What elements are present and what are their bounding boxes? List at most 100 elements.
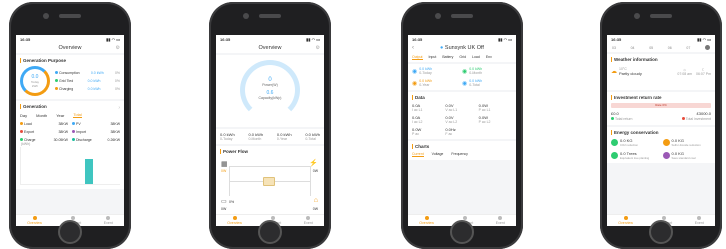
inverter-icon xyxy=(263,177,275,186)
conservation-item: 0.0 KG CO2 reduction xyxy=(611,138,660,147)
tab-event[interactable]: Event xyxy=(304,216,313,225)
home-button[interactable] xyxy=(58,220,82,244)
stat-item: 0.0 kWh 0-Today xyxy=(220,132,235,141)
stat-label: 0-Today xyxy=(220,137,233,141)
legend-value: 0.0 kWh xyxy=(87,79,101,83)
energy-year-icon: ◉ xyxy=(412,80,418,87)
legend-row: Consumption 0.0 kWh 0% xyxy=(55,70,120,76)
stat-value: 38KW xyxy=(58,122,68,126)
tab-current[interactable]: Current xyxy=(412,152,424,157)
date-item[interactable]: 05 xyxy=(649,46,653,50)
legend-pct: 0% xyxy=(114,71,120,75)
device-status-dot: ● xyxy=(440,45,444,51)
tab-env[interactable]: Env xyxy=(486,55,492,60)
data-label: P ac L2 xyxy=(478,120,491,124)
stat-label: 0-Month xyxy=(248,137,262,141)
energy-item: ◉ 0.0 kWh 0-Today xyxy=(412,67,462,75)
generation-bar-chart: (kWh) xyxy=(20,142,120,185)
status-time: 16:35 xyxy=(611,36,622,42)
data-label: I ac L1 xyxy=(412,108,423,112)
tab-total[interactable]: Total xyxy=(73,112,82,118)
home-button[interactable] xyxy=(258,220,282,244)
investment-card: Investment return rate Rate 0% £0.0 £3000… xyxy=(607,92,715,125)
stat-item: 0.0 kWh 0-Total xyxy=(305,132,320,141)
signal-icon: ▮▮ ◠ ▭ xyxy=(498,36,512,42)
camera xyxy=(43,13,49,19)
tab-overview[interactable]: Overview xyxy=(27,216,42,225)
sunrise-time: 07:08 am xyxy=(677,72,693,76)
energy-label: 0-Year xyxy=(419,83,430,87)
stat-item: Export 38KW xyxy=(20,129,68,135)
data-label: P ac xyxy=(412,132,419,136)
detail-tabs: Output Input Battery Grid Load Env xyxy=(408,53,516,62)
date-item[interactable]: 07 xyxy=(686,46,690,50)
tab-overview[interactable]: Overview xyxy=(618,216,633,225)
tab-event[interactable]: Event xyxy=(695,216,704,225)
tab-overview[interactable]: Overview xyxy=(419,216,434,225)
legend-value: 0.0 kWh xyxy=(90,71,104,75)
data-cell: 0.0A I ac L2 xyxy=(412,115,445,124)
tab-month[interactable]: Month xyxy=(36,113,47,118)
stat-item: 0.0 kWh 0-Month xyxy=(248,132,263,141)
next-arrow-icon[interactable] xyxy=(704,45,710,50)
tab-label: Event xyxy=(303,221,313,225)
chevron-right-icon[interactable]: › xyxy=(118,105,120,111)
tab-grid[interactable]: Grid xyxy=(459,55,466,60)
home-button[interactable] xyxy=(649,220,673,244)
tab-event[interactable]: Event xyxy=(104,216,113,225)
tab-label: Overview xyxy=(27,221,42,225)
legend-dot xyxy=(55,79,58,83)
generation-stats: Load 38KW PV 38KW Export 38KW Import 38KW Ch… xyxy=(20,121,120,143)
energy-label: 0-Today xyxy=(419,71,432,75)
speaker xyxy=(59,14,81,18)
screen: 16:35 ▮▮ ◠ ▭ Overview ⚙ 0 Power(W) 0.6 Ca… xyxy=(216,35,324,226)
data-cell: 0.0V V ac L2 xyxy=(445,115,478,124)
screen: 16:35 ▮▮ ◠ ▭ Overview ⚙ Generation Purpos… xyxy=(16,35,124,226)
gauge-label: Power(W) xyxy=(262,83,278,87)
stat-value: 0.26KW xyxy=(107,138,120,142)
back-arrow-icon[interactable]: ‹ xyxy=(412,45,414,51)
data-cell: 0.0A I ac L1 xyxy=(412,103,445,112)
conservation-item: 0.0 Trees Equivalent tree planting xyxy=(611,151,660,160)
donut-unit: kWh xyxy=(32,84,38,88)
tree-icon xyxy=(611,152,618,159)
data-label: V ac L2 xyxy=(445,120,458,124)
data-label: V ac L1 xyxy=(445,108,458,112)
so2-icon xyxy=(662,139,670,146)
conservation-label: Sulfur dioxide reduction xyxy=(671,143,701,147)
tab-output[interactable]: Output xyxy=(412,55,423,60)
tab-battery[interactable]: Battery xyxy=(442,55,453,60)
event-icon xyxy=(697,216,702,220)
data-label: F ac xyxy=(445,132,453,136)
tab-year[interactable]: Year xyxy=(56,113,64,118)
stat-value: 38KW xyxy=(110,130,120,134)
date-item[interactable]: 06 xyxy=(668,46,672,50)
status-time: 16:35 xyxy=(220,36,231,42)
status-bar: 16:35 ▮▮ ◠ ▭ xyxy=(607,35,715,43)
weather-condition: Partly cloudy xyxy=(619,71,642,76)
legend-label: Consumption xyxy=(59,71,80,75)
stat-dot xyxy=(72,138,75,142)
tab-overview[interactable]: Overview xyxy=(227,216,242,225)
tab-day[interactable]: Day xyxy=(20,113,27,118)
status-bar: 16:35 ▮▮ ◠ ▭ xyxy=(16,35,124,43)
gear-icon[interactable]: ⚙ xyxy=(316,45,320,51)
overview-icon xyxy=(623,216,628,220)
conservation-item: 0.0 KG Save standard coal xyxy=(662,151,712,160)
data-cell: 0.0W P ac L2 xyxy=(479,115,512,124)
energy-label: 0-Total xyxy=(469,83,480,87)
tab-voltage[interactable]: Voltage xyxy=(432,152,444,157)
period-tabs: Day Month Year Total xyxy=(20,112,120,118)
nav-bar: Overview ⚙ xyxy=(216,43,324,53)
tab-event[interactable]: Event xyxy=(496,216,505,225)
tab-frequency[interactable]: Frequency xyxy=(451,152,468,157)
date-item[interactable]: 04 xyxy=(631,46,635,50)
tab-input[interactable]: Input xyxy=(429,55,437,60)
legend-pct: 0% xyxy=(114,87,120,91)
tab-load[interactable]: Load xyxy=(472,55,480,60)
battery-pct: 0% xyxy=(229,200,235,204)
date-item[interactable]: 03 xyxy=(612,46,616,50)
home-button[interactable] xyxy=(450,220,474,244)
data-card: Data 0.0A I ac L1 0.0V V ac L1 0.0W P ac L1… xyxy=(408,92,516,139)
gear-icon[interactable]: ⚙ xyxy=(116,45,120,51)
